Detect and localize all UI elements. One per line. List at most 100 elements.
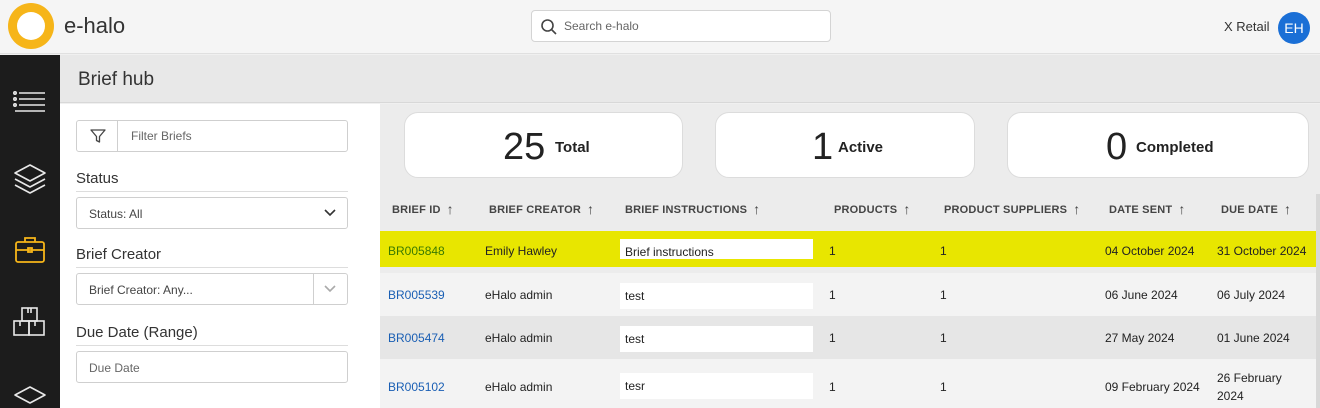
brief-instructions-text: test bbox=[625, 332, 645, 346]
arrow-up-icon: ↑ bbox=[753, 201, 761, 217]
filter-briefs-input[interactable] bbox=[131, 128, 331, 144]
page-header: Brief hub bbox=[60, 55, 1320, 103]
table-row[interactable]: BR005474 eHalo admin test 1 1 27 May 202… bbox=[380, 316, 1316, 359]
date-sent-cell: 06 June 2024 bbox=[1105, 288, 1178, 302]
products-cell: 1 bbox=[829, 244, 836, 258]
status-select-value: Status: All bbox=[89, 207, 143, 221]
products-cell: 1 bbox=[829, 331, 836, 345]
due-date-field[interactable] bbox=[76, 351, 348, 383]
column-header-products[interactable]: PRODUCTS ↑ bbox=[834, 200, 911, 217]
chevron-down-icon bbox=[324, 285, 336, 293]
date-sent-cell: 09 February 2024 bbox=[1105, 380, 1200, 394]
nav-rail bbox=[0, 55, 60, 408]
column-header-label: BRIEF ID bbox=[392, 204, 441, 216]
table-scrollbar[interactable] bbox=[1316, 194, 1320, 408]
brief-id-link[interactable]: BR005848 bbox=[388, 244, 445, 258]
arrow-up-icon: ↑ bbox=[903, 201, 911, 217]
products-cell: 1 bbox=[829, 380, 836, 394]
stat-total-card[interactable]: 25 Total bbox=[404, 112, 683, 178]
column-header-brief-id[interactable]: BRIEF ID ↑ bbox=[392, 200, 454, 217]
briefcase-icon bbox=[15, 237, 45, 263]
column-header-label: BRIEF CREATOR bbox=[489, 204, 582, 216]
brief-id-link[interactable]: BR005539 bbox=[388, 288, 445, 302]
nav-item-briefs[interactable] bbox=[0, 223, 60, 275]
product-suppliers-cell: 1 bbox=[940, 244, 947, 258]
search-input[interactable] bbox=[564, 16, 824, 36]
brief-creator-select-value: Brief Creator: Any... bbox=[89, 283, 193, 297]
stat-active-card[interactable]: 1 Active bbox=[715, 112, 975, 178]
date-sent-cell: 04 October 2024 bbox=[1105, 244, 1195, 258]
column-header-product-suppliers[interactable]: PRODUCT SUPPLIERS ↑ bbox=[944, 200, 1081, 217]
date-sent-cell: 27 May 2024 bbox=[1105, 331, 1175, 345]
nav-item-more[interactable] bbox=[0, 365, 60, 408]
column-header-label: BRIEF INSTRUCTIONS bbox=[625, 204, 748, 216]
table-row[interactable]: BR005102 eHalo admin tesr 1 1 09 Februar… bbox=[380, 359, 1316, 408]
products-cell: 1 bbox=[829, 288, 836, 302]
brief-id-link[interactable]: BR005102 bbox=[388, 380, 445, 394]
brief-instructions-cell: test bbox=[620, 326, 813, 352]
table-row[interactable]: BR005848 Emily Hawley Brief instructions… bbox=[380, 231, 1316, 267]
column-header-label: DUE DATE bbox=[1221, 204, 1279, 216]
due-date-cell: 01 June 2024 bbox=[1217, 331, 1290, 345]
column-header-label: DATE SENT bbox=[1109, 204, 1173, 216]
chevron-down-icon bbox=[324, 209, 336, 217]
brief-instructions-text: Brief instructions bbox=[625, 245, 714, 259]
diamond-layer-icon bbox=[14, 386, 46, 404]
brief-creator-select[interactable]: Brief Creator: Any... bbox=[76, 273, 348, 305]
due-date-cell: 31 October 2024 bbox=[1217, 244, 1307, 258]
stat-completed-value: 0 bbox=[1106, 126, 1128, 168]
brief-instructions-text: test bbox=[625, 289, 645, 303]
brief-list: 25 Total 1 Active 0 Completed BRIEF ID ↑ … bbox=[380, 104, 1320, 408]
brief-id-link[interactable]: BR005474 bbox=[388, 331, 445, 345]
stat-total-value: 25 bbox=[503, 126, 546, 168]
column-header-brief-instructions[interactable]: BRIEF INSTRUCTIONS ↑ bbox=[625, 200, 761, 217]
stat-completed-label: Completed bbox=[1136, 139, 1214, 156]
brief-creator-cell: eHalo admin bbox=[485, 380, 553, 394]
column-header-label: PRODUCT SUPPLIERS bbox=[944, 204, 1068, 216]
column-header-label: PRODUCTS bbox=[834, 204, 898, 216]
due-date-cell: 06 July 2024 bbox=[1217, 288, 1286, 302]
status-select[interactable]: Status: All bbox=[76, 197, 348, 229]
table-row[interactable]: BR005539 eHalo admin test 1 1 06 June 20… bbox=[380, 273, 1316, 316]
brief-instructions-cell: tesr bbox=[620, 373, 813, 399]
due-date-label: Due Date (Range) bbox=[76, 324, 348, 346]
column-header-date-sent[interactable]: DATE SENT ↑ bbox=[1109, 200, 1186, 217]
product-suppliers-cell: 1 bbox=[940, 380, 947, 394]
status-label: Status bbox=[76, 170, 348, 192]
column-header-brief-creator[interactable]: BRIEF CREATOR ↑ bbox=[489, 200, 595, 217]
product-suppliers-cell: 1 bbox=[940, 288, 947, 302]
account-name[interactable]: X Retail bbox=[1224, 19, 1270, 34]
nav-item-layers[interactable] bbox=[0, 152, 60, 204]
filter-briefs-box bbox=[76, 120, 348, 152]
arrow-up-icon: ↑ bbox=[1073, 201, 1081, 217]
layers-icon bbox=[14, 164, 46, 194]
nav-menu-button[interactable] bbox=[0, 77, 60, 129]
due-date-cell: 26 February bbox=[1217, 371, 1282, 385]
brief-instructions-cell: test bbox=[620, 283, 813, 309]
arrow-up-icon: ↑ bbox=[1284, 201, 1292, 217]
product-suppliers-cell: 1 bbox=[940, 331, 947, 345]
stat-active-label: Active bbox=[838, 139, 884, 156]
brief-creator-cell: eHalo admin bbox=[485, 288, 553, 302]
stat-active-value: 1 bbox=[812, 126, 834, 168]
page-title: Brief hub bbox=[78, 69, 155, 90]
select-divider bbox=[313, 274, 314, 304]
brief-creator-cell: Emily Hawley bbox=[485, 244, 558, 258]
column-header-due-date[interactable]: DUE DATE ↑ bbox=[1221, 200, 1292, 217]
arrow-up-icon: ↑ bbox=[1178, 201, 1186, 217]
nav-item-products[interactable] bbox=[0, 295, 60, 347]
due-date-input[interactable] bbox=[89, 360, 329, 376]
brief-creator-cell: eHalo admin bbox=[485, 331, 553, 345]
global-search[interactable] bbox=[531, 10, 831, 42]
brief-instructions-text: tesr bbox=[625, 379, 646, 393]
filter-panel: Status Status: All Brief Creator Brief C… bbox=[60, 104, 380, 408]
ehalo-logo-icon[interactable] bbox=[8, 3, 54, 49]
funnel-icon bbox=[90, 129, 106, 143]
arrow-up-icon: ↑ bbox=[587, 201, 595, 217]
filter-button[interactable] bbox=[77, 121, 118, 151]
stat-completed-card[interactable]: 0 Completed bbox=[1007, 112, 1309, 178]
avatar[interactable]: EH bbox=[1278, 12, 1310, 44]
arrow-up-icon: ↑ bbox=[446, 201, 454, 217]
brief-creator-label: Brief Creator bbox=[76, 246, 348, 268]
brand-name[interactable]: e-halo bbox=[64, 13, 125, 39]
